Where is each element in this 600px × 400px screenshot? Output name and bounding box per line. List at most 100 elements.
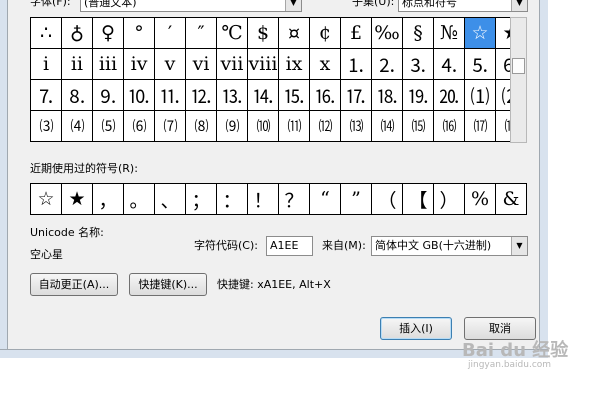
recent-symbol-cell[interactable]: % (465, 184, 496, 215)
symbol-cell[interactable]: ⑷ (62, 111, 93, 142)
symbol-cell[interactable]: ⒙ (372, 80, 403, 111)
recent-symbol-cell[interactable]: ： (217, 184, 248, 215)
subset-combo[interactable]: 标点和符号 ▼ (398, 0, 528, 12)
symbol-cell[interactable]: ⒘ (341, 80, 372, 111)
recent-symbol-cell[interactable]: ， (93, 184, 124, 215)
window-frame-right (539, 0, 548, 358)
recent-symbol-cell[interactable]: ； (186, 184, 217, 215)
symbol-cell[interactable]: ⅱ (62, 49, 93, 80)
scrollbar-thumb[interactable] (512, 58, 525, 74)
charcode-value: A1EE (270, 239, 299, 252)
symbol-cell[interactable]: ⒊ (403, 49, 434, 80)
font-value: (普通文本) (84, 0, 137, 9)
symbol-cell[interactable]: ⒈ (341, 49, 372, 80)
symbol-cell[interactable]: ⒕ (248, 80, 279, 111)
recent-symbol-cell[interactable]: ★ (62, 184, 93, 215)
symbol-cell[interactable]: ⒃ (434, 111, 465, 142)
subset-label: 子集(U): (352, 0, 395, 8)
recent-symbol-cell[interactable]: ？ (279, 184, 310, 215)
insert-button[interactable]: 插入(I) (380, 317, 452, 340)
symbol-grid: ∴♁♀°′″℃$¤¢£‰§№☆★ⅰⅱⅲⅳⅴⅵⅶⅷⅸⅹ⒈⒉⒊⒋⒌⒍⒎⒏⒐⒑⒒⒓⒔⒕… (30, 17, 527, 142)
symbol-cell[interactable]: ⅹ (310, 49, 341, 80)
recent-symbols: ☆ ★，。、；：！？ “” （【）% & (30, 183, 527, 215)
autocorrect-button[interactable]: 自动更正(A)... (30, 273, 118, 296)
symbol-cell[interactable]: ⅳ (124, 49, 155, 80)
recent-symbol-cell[interactable]: ” (341, 184, 372, 215)
symbol-cell[interactable]: ⑼ (217, 111, 248, 142)
symbol-cell[interactable]: ⒂ (403, 111, 434, 142)
symbol-cell[interactable]: § (403, 18, 434, 49)
symbol-cell[interactable]: № (434, 18, 465, 49)
symbol-cell[interactable]: ⑸ (93, 111, 124, 142)
symbol-cell[interactable]: ⑻ (186, 111, 217, 142)
symbol-cell[interactable]: ⒉ (372, 49, 403, 80)
symbol-cell[interactable]: ′ (155, 18, 186, 49)
symbol-cell[interactable]: ⒄ (465, 111, 496, 142)
recent-symbol-cell[interactable]: 、 (155, 184, 186, 215)
watermark-url: jingyan.baidu.com (468, 360, 552, 370)
symbol-cell[interactable]: ⒓ (186, 80, 217, 111)
symbol-cell[interactable]: ⑽ (248, 111, 279, 142)
recent-symbol-cell[interactable]: & (496, 184, 527, 215)
symbol-cell[interactable]: ⒁ (372, 111, 403, 142)
symbol-cell[interactable]: ⒑ (124, 80, 155, 111)
symbol-grid-row: ∴♁♀°′″℃$¤¢£‰§№☆★ (31, 18, 527, 49)
charcode-input[interactable]: A1EE (266, 236, 313, 256)
symbol-cell[interactable]: ⅵ (186, 49, 217, 80)
recent-symbol-cell[interactable]: ！ (248, 184, 279, 215)
symbol-cell[interactable]: ⒖ (279, 80, 310, 111)
shortcut-key-button[interactable]: 快捷键(K)... (129, 273, 207, 296)
symbol-cell[interactable]: ⒀ (341, 111, 372, 142)
symbol-cell[interactable]: ¤ (279, 18, 310, 49)
symbol-grid-row: ⑶⑷⑸⑹⑺⑻⑼⑽⑾⑿⒀⒁⒂⒃⒄⒅ (31, 111, 527, 142)
symbol-cell[interactable]: ″ (186, 18, 217, 49)
symbol-cell[interactable]: ⑴ (465, 80, 496, 111)
symbol-cell[interactable]: ⑿ (310, 111, 341, 142)
symbol-cell[interactable]: ⒌ (465, 49, 496, 80)
symbol-cell[interactable]: ⒋ (434, 49, 465, 80)
symbol-cell[interactable]: ⅲ (93, 49, 124, 80)
symbol-cell[interactable]: ⒎ (31, 80, 62, 111)
recent-symbol-cell[interactable]: “ (310, 184, 341, 215)
symbol-cell[interactable]: ⒛ (434, 80, 465, 111)
font-combo[interactable]: (普通文本) ▼ (80, 0, 302, 12)
chevron-down-icon[interactable]: ▼ (511, 0, 527, 11)
symbol-cell[interactable]: ⒗ (310, 80, 341, 111)
symbol-cell[interactable]: ∴ (31, 18, 62, 49)
symbol-cell[interactable]: ⅸ (279, 49, 310, 80)
recent-symbol-cell[interactable]: （ (372, 184, 403, 215)
from-combo[interactable]: 简体中文 GB(十六进制) ▼ (371, 236, 528, 256)
symbol-cell[interactable]: ☆ (465, 18, 496, 49)
grid-scrollbar[interactable] (510, 17, 527, 143)
symbol-cell[interactable]: ⒏ (62, 80, 93, 111)
symbol-cell[interactable]: ⅶ (217, 49, 248, 80)
symbol-cell[interactable]: ⒚ (403, 80, 434, 111)
symbol-cell[interactable]: ⑶ (31, 111, 62, 142)
recent-symbol-cell[interactable]: ☆ (31, 184, 62, 215)
recent-symbol-cell[interactable]: 。 (124, 184, 155, 215)
symbol-cell[interactable]: ♁ (62, 18, 93, 49)
symbol-grid-row: ⒎⒏⒐⒑⒒⒓⒔⒕⒖⒗⒘⒙⒚⒛⑴⑵ (31, 80, 527, 111)
watermark-brand: Bai du 经验 (462, 340, 569, 361)
symbol-grid-row: ⅰⅱⅲⅳⅴⅵⅶⅷⅸⅹ⒈⒉⒊⒋⒌⒍ (31, 49, 527, 80)
chevron-down-icon[interactable]: ▼ (285, 0, 301, 11)
symbol-cell[interactable]: ⅴ (155, 49, 186, 80)
symbol-cell[interactable]: ¢ (310, 18, 341, 49)
symbol-cell[interactable]: ♀ (93, 18, 124, 49)
symbol-cell[interactable]: ⒔ (217, 80, 248, 111)
symbol-cell[interactable]: £ (341, 18, 372, 49)
symbol-cell[interactable]: ℃ (217, 18, 248, 49)
symbol-cell[interactable]: ⅰ (31, 49, 62, 80)
symbol-cell[interactable]: ⑹ (124, 111, 155, 142)
symbol-cell[interactable]: ⑾ (279, 111, 310, 142)
symbol-cell[interactable]: ⅷ (248, 49, 279, 80)
symbol-cell[interactable]: $ (248, 18, 279, 49)
symbol-cell[interactable]: ⒒ (155, 80, 186, 111)
recent-symbol-cell[interactable]: ） (434, 184, 465, 215)
symbol-cell[interactable]: ⒐ (93, 80, 124, 111)
chevron-down-icon[interactable]: ▼ (511, 237, 527, 255)
symbol-cell[interactable]: ‰ (372, 18, 403, 49)
recent-symbol-cell[interactable]: 【 (403, 184, 434, 215)
symbol-cell[interactable]: ° (124, 18, 155, 49)
symbol-cell[interactable]: ⑺ (155, 111, 186, 142)
